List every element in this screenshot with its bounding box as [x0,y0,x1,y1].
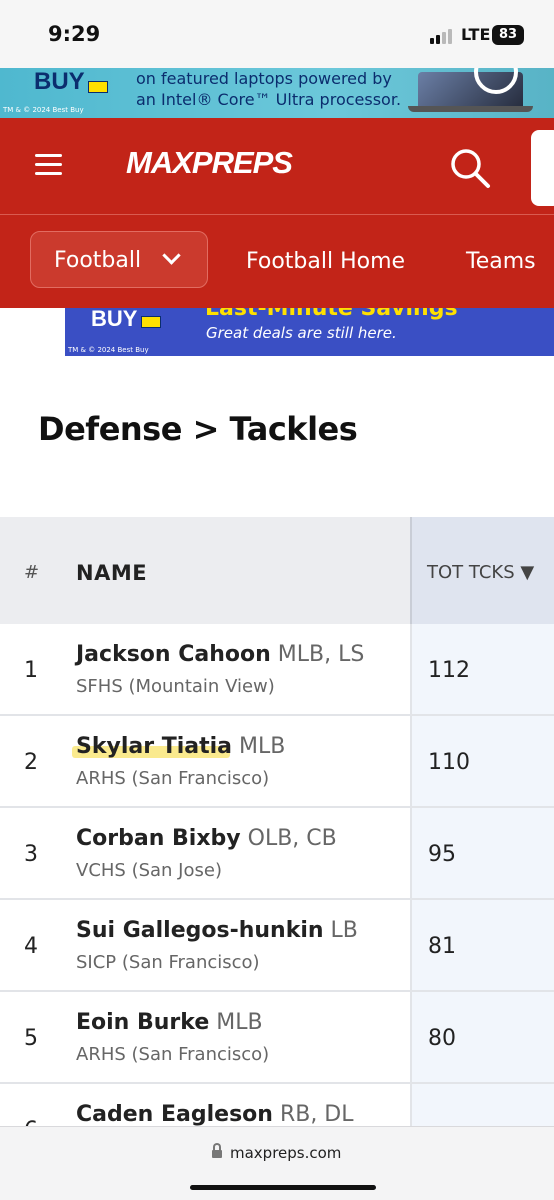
player-name-link[interactable]: Eoin Burke [76,1010,209,1035]
player-line: Caden Eagleson RB, DL [76,1102,354,1127]
player-position: LB [330,918,358,943]
search-icon[interactable] [448,146,492,190]
player-line: Corban Bixby OLB, CB [76,826,337,851]
lock-icon [212,1143,222,1160]
player-line: Sui Gallegos-hunkin LB [76,918,358,943]
ad-copy-line-2: an Intel® Core™ Ultra processor. [136,90,402,109]
ad-copy: on featured laptops powered by an Intel®… [136,68,401,110]
player-line: Eoin Burke MLB [76,1010,263,1035]
player-school[interactable]: ARHS (San Francisco) [76,768,269,789]
player-school[interactable]: ARHS (San Francisco) [76,1044,269,1065]
sport-dropdown-label: Football [54,248,142,273]
total-tackles-value: 110 [428,750,470,775]
site-header: MAXPREPS Football Football Home Teams [0,118,554,308]
status-bar: 9:29 LTE 83 [0,0,554,68]
column-header-rank[interactable]: # [24,562,39,583]
column-header-total-tackles[interactable]: TOT TCKS ▼ [427,562,534,583]
nav-link-football-home[interactable]: Football Home [246,249,405,274]
brand-tag-icon [88,81,108,93]
ad-subline: Great deals are still here. [206,324,397,342]
total-tackles-value: 80 [428,1026,456,1051]
player-name-link[interactable]: Corban Bixby [76,826,241,851]
sport-dropdown[interactable]: Football [30,231,208,288]
table-header: # NAME TOT TCKS ▼ [0,517,554,624]
player-line: Skylar Tiatia MLB [76,734,285,759]
player-school[interactable]: VCHS (San Jose) [76,860,222,881]
row-rank: 2 [24,750,38,775]
player-position: MLB [239,734,286,759]
total-tackles-value: 81 [428,934,456,959]
chevron-down-icon [162,246,181,265]
ad-headline: Last-Minute Savings [205,308,458,321]
row-rank: 5 [24,1026,38,1051]
player-name-link[interactable]: Skylar Tiatia [76,734,232,759]
account-button[interactable] [531,130,554,206]
menu-icon[interactable] [35,154,62,176]
player-name-link[interactable]: Jackson Cahoon [76,642,271,667]
sport-nav: Football Football Home Teams [0,215,554,308]
table-row[interactable]: 1 Jackson Cahoon MLB, LS SFHS (Mountain … [0,624,554,716]
player-name-link[interactable]: Caden Eagleson [76,1102,273,1127]
network-type: LTE [461,25,491,44]
nav-link-teams[interactable]: Teams [466,249,536,274]
player-position: RB, DL [279,1102,354,1127]
player-line: Jackson Cahoon MLB, LS [76,642,364,667]
player-school[interactable]: SFHS (Mountain View) [76,676,275,697]
player-position: OLB, CB [247,826,337,851]
total-tackles-value: 95 [428,842,456,867]
cellular-signal-icon [430,28,456,44]
column-header-name[interactable]: NAME [76,561,147,585]
player-position: MLB, LS [277,642,365,667]
ad-brand-logo: BUY [34,68,85,95]
page-title: Defense > Tackles [38,410,358,448]
ad-banner-top[interactable]: BUY TM & © 2024 Best Buy on featured lap… [0,68,554,118]
header-bar: MAXPREPS [0,118,554,214]
battery-icon: 83 [492,25,524,45]
ad-trademark: TM & © 2024 Best Buy [68,346,149,354]
table-row[interactable]: 3 Corban Bixby OLB, CB VCHS (San Jose) 9… [0,808,554,900]
ad-copy-line-1: on featured laptops powered by [136,69,392,88]
url-text[interactable]: maxpreps.com [230,1144,341,1162]
maxpreps-logo[interactable]: MAXPREPS [126,145,293,181]
player-school[interactable]: SICP (San Francisco) [76,952,260,973]
brand-tag-icon [141,316,161,328]
player-position: MLB [216,1010,263,1035]
ad-trademark: TM & © 2024 Best Buy [3,106,84,114]
status-time: 9:29 [48,22,101,46]
browser-url-bar[interactable]: maxpreps.com [0,1126,554,1200]
row-rank: 3 [24,842,38,867]
total-tackles-value: 112 [428,658,470,683]
table-row[interactable]: 2 Skylar Tiatia MLB ARHS (San Francisco)… [0,716,554,808]
player-name-link[interactable]: Sui Gallegos-hunkin [76,918,324,943]
ad-brand-logo: BUY [91,308,138,331]
row-rank: 4 [24,934,38,959]
laptop-base-image [408,106,533,112]
row-rank: 1 [24,658,38,683]
table-row[interactable]: 4 Sui Gallegos-hunkin LB SICP (San Franc… [0,900,554,992]
ad-banner-mid[interactable]: BUY TM & © 2024 Best Buy Last-Minute Sav… [65,308,554,356]
table-row[interactable]: 5 Eoin Burke MLB ARHS (San Francisco) 80 [0,992,554,1084]
home-indicator[interactable] [190,1185,376,1190]
